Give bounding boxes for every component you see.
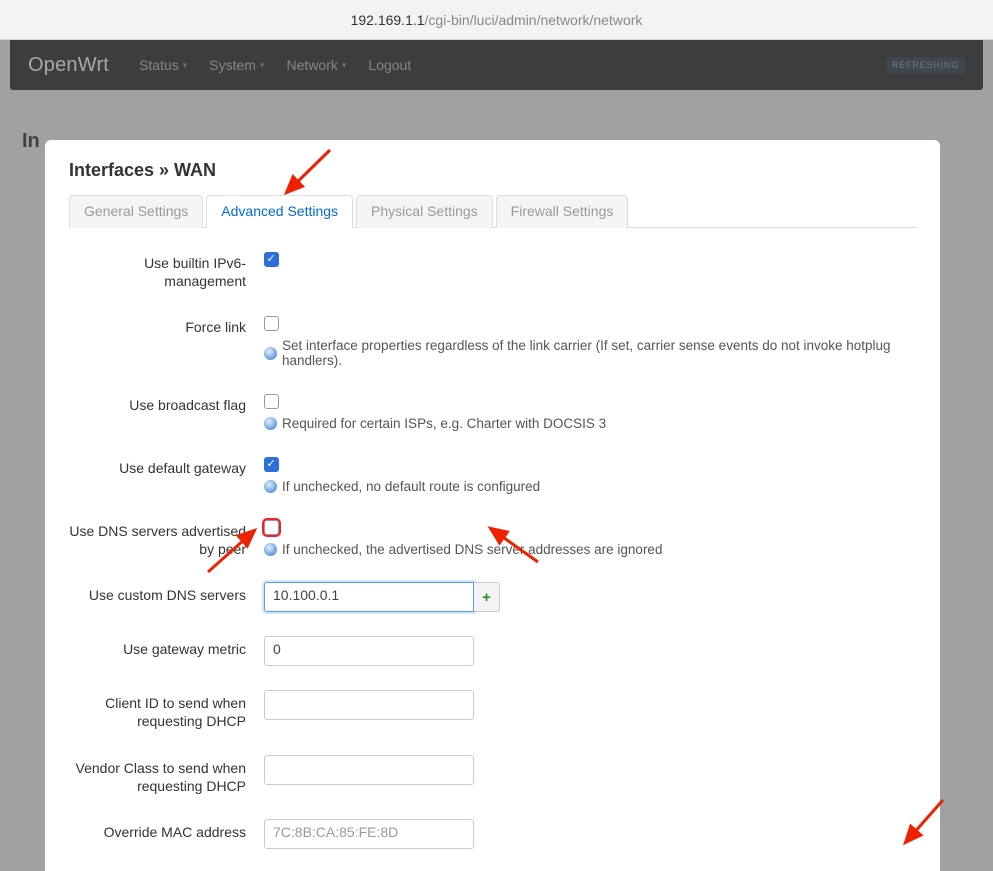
broadcast-label: Use broadcast flag [69, 392, 264, 414]
default-gw-label: Use default gateway [69, 455, 264, 477]
custom-dns-label: Use custom DNS servers [69, 582, 264, 604]
tab-physical[interactable]: Physical Settings [356, 195, 493, 228]
force-link-label: Force link [69, 314, 264, 336]
peer-dns-checkbox[interactable] [264, 520, 279, 535]
broadcast-checkbox[interactable] [264, 394, 279, 409]
gw-metric-input[interactable]: 0 [264, 636, 474, 666]
vendor-class-label: Vendor Class to send when requesting DHC… [69, 755, 264, 795]
tab-firewall[interactable]: Firewall Settings [496, 195, 629, 228]
ipv6-label: Use builtin IPv6-management [69, 250, 264, 290]
custom-dns-input[interactable]: 10.100.0.1 [264, 582, 474, 612]
default-gw-hint: If unchecked, no default route is config… [282, 479, 540, 494]
mac-label: Override MAC address [69, 819, 264, 841]
tab-advanced[interactable]: Advanced Settings [206, 195, 353, 228]
url-host: 192.169.1.1 [351, 12, 425, 28]
client-id-input[interactable] [264, 690, 474, 720]
tabs: General Settings Advanced Settings Physi… [69, 195, 916, 228]
modal: Interfaces » WAN General Settings Advanc… [45, 140, 940, 871]
modal-title: Interfaces » WAN [69, 160, 916, 181]
ipv6-checkbox[interactable] [264, 252, 279, 267]
gw-metric-label: Use gateway metric [69, 636, 264, 658]
url-bar: 192.169.1.1/cgi-bin/luci/admin/network/n… [0, 0, 993, 40]
info-icon [264, 347, 277, 360]
tab-general[interactable]: General Settings [69, 195, 203, 228]
mac-input[interactable]: 7C:8B:CA:85:FE:8D [264, 819, 474, 849]
url-path: /cgi-bin/luci/admin/network/network [425, 12, 643, 28]
add-dns-button[interactable]: + [474, 582, 500, 612]
vendor-class-input[interactable] [264, 755, 474, 785]
force-link-hint: Set interface properties regardless of t… [282, 338, 916, 368]
force-link-checkbox[interactable] [264, 316, 279, 331]
info-icon [264, 480, 277, 493]
info-icon [264, 417, 277, 430]
peer-dns-label: Use DNS servers advertised by peer [69, 518, 264, 558]
default-gw-checkbox[interactable] [264, 457, 279, 472]
info-icon [264, 543, 277, 556]
broadcast-hint: Required for certain ISPs, e.g. Charter … [282, 416, 606, 431]
client-id-label: Client ID to send when requesting DHCP [69, 690, 264, 730]
peer-dns-hint: If unchecked, the advertised DNS server … [282, 542, 662, 557]
